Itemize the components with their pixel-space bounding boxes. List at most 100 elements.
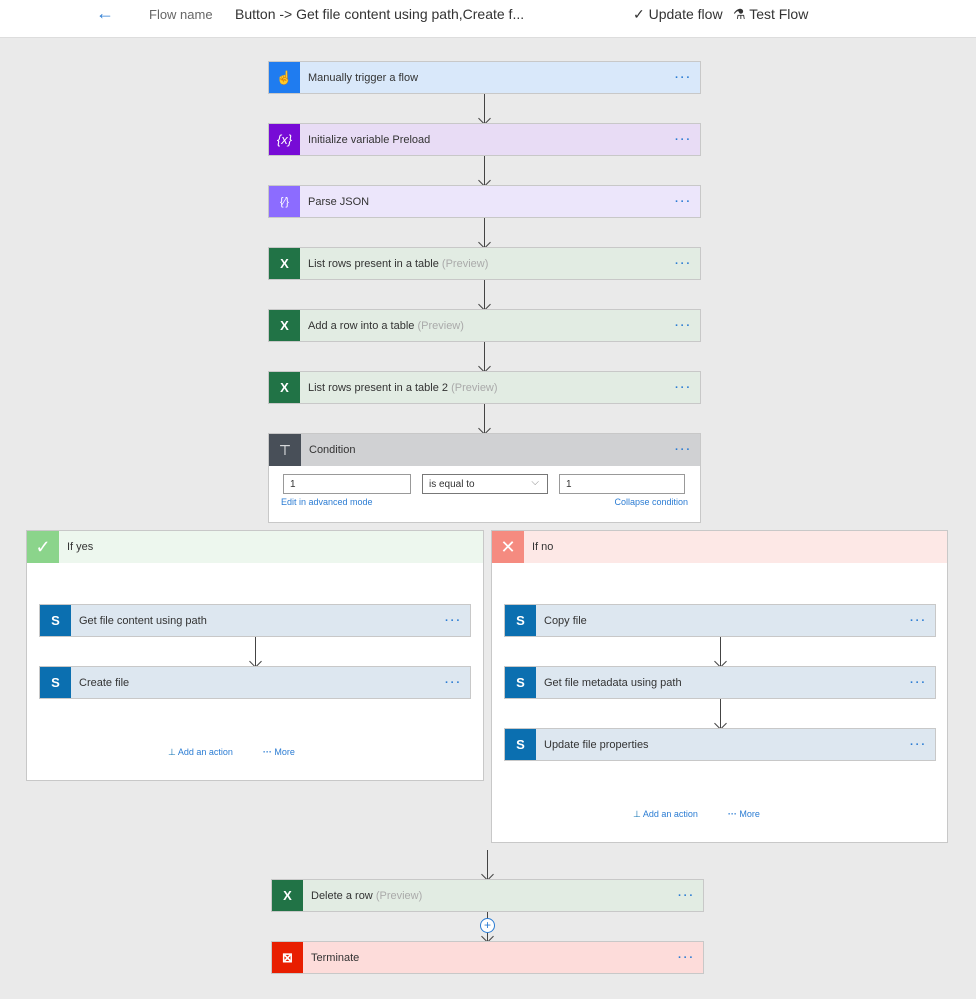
if-no-header: ✕ If no	[492, 531, 947, 563]
connector-arrow	[484, 218, 485, 247]
test-flow-label: Test Flow	[749, 6, 809, 22]
more-options-button[interactable]: ···	[675, 258, 700, 270]
flow-name-label: Flow name	[149, 7, 213, 22]
if-yes-label: If yes	[67, 541, 94, 553]
more-label: More	[274, 747, 295, 757]
more-options-button[interactable]: ···	[678, 890, 703, 902]
sharepoint-icon: S	[505, 667, 536, 698]
sharepoint-icon: S	[505, 729, 536, 760]
condition-label: Condition	[309, 444, 356, 456]
more-options-button[interactable]: ···	[910, 739, 935, 751]
step-list-rows-2[interactable]: X List rows present in a table 2 (Preview…	[268, 371, 701, 404]
step-label: Delete a row	[311, 889, 373, 902]
preview-tag: (Preview)	[451, 381, 498, 394]
step-label: Copy file	[544, 614, 587, 627]
step-manual-trigger[interactable]: ☝ Manually trigger a flow ···	[268, 61, 701, 94]
more-button[interactable]: ··· More	[263, 747, 295, 758]
condition-icon: ⊤	[269, 434, 301, 466]
step-parse-json[interactable]: {⁄} Parse JSON ···	[268, 185, 701, 218]
excel-icon: X	[272, 880, 303, 911]
step-terminate[interactable]: ⊠ Terminate ···	[271, 941, 704, 974]
add-action-icon: ⊥	[168, 747, 176, 757]
connector-arrow	[484, 94, 485, 123]
add-action-label: Add an action	[642, 809, 698, 819]
preview-tag: (Preview)	[417, 319, 464, 332]
step-label: Get file metadata using path	[544, 676, 682, 689]
terminate-icon: ⊠	[272, 942, 303, 973]
step-label: Initialize variable Preload	[308, 133, 431, 146]
test-flow-button[interactable]: ⚗ Test Flow	[733, 6, 808, 23]
if-no-label: If no	[532, 541, 554, 553]
step-update-file-properties[interactable]: S Update file properties ···	[504, 728, 936, 761]
connector-arrow	[255, 637, 256, 666]
update-flow-label: Update flow	[648, 6, 723, 22]
condition-left-input[interactable]: 1	[283, 474, 411, 494]
more-options-button[interactable]: ···	[675, 382, 700, 394]
sharepoint-icon: S	[505, 605, 536, 636]
more-options-button[interactable]: ···	[910, 615, 935, 627]
more-button[interactable]: ··· More	[728, 809, 760, 820]
close-icon: ✕	[492, 531, 524, 563]
more-options-button[interactable]: ···	[675, 72, 700, 84]
more-options-button[interactable]: ···	[675, 134, 700, 146]
back-arrow-icon[interactable]: ←	[96, 3, 114, 24]
sharepoint-icon: S	[40, 605, 71, 636]
more-options-button[interactable]: ···	[910, 677, 935, 689]
more-options-button[interactable]: ···	[445, 677, 470, 689]
step-get-file-metadata[interactable]: S Get file metadata using path ···	[504, 666, 936, 699]
step-label: Parse JSON	[308, 195, 370, 208]
checkmark-icon: ✓	[27, 531, 59, 563]
update-flow-button[interactable]: ✓ Update flow	[633, 6, 723, 23]
sharepoint-icon: S	[40, 667, 71, 698]
step-label: Create file	[79, 676, 130, 689]
more-options-button[interactable]: ···	[445, 615, 470, 627]
connector-arrow	[484, 280, 485, 309]
operator-select[interactable]: is equal to ⌵	[422, 474, 548, 494]
step-add-row[interactable]: X Add a row into a table (Preview) ···	[268, 309, 701, 342]
more-options-button[interactable]: ···	[675, 320, 700, 332]
add-action-icon: ⊥	[633, 809, 641, 819]
connector-arrow	[484, 404, 485, 433]
json-icon: {⁄}	[269, 186, 300, 217]
insert-step-plus-icon[interactable]: +	[480, 918, 495, 933]
add-action-label: Add an action	[177, 747, 233, 757]
excel-icon: X	[269, 310, 300, 341]
chevron-down-icon: ⌵	[531, 477, 539, 488]
more-label: More	[739, 809, 760, 819]
step-label: List rows present in a table 2	[308, 381, 449, 394]
step-get-file-content[interactable]: S Get file content using path ···	[39, 604, 471, 637]
condition-card: ⊤ Condition ··· 1 is equal to ⌵ 1 Edit in a…	[268, 433, 701, 523]
more-options-button[interactable]: ···	[675, 196, 700, 208]
step-label: Get file content using path	[79, 614, 207, 627]
more-options-button[interactable]: ···	[678, 952, 703, 964]
touch-icon: ☝	[269, 62, 300, 93]
preview-tag: (Preview)	[441, 257, 489, 270]
condition-header[interactable]: ⊤ Condition ···	[269, 434, 700, 466]
step-list-rows[interactable]: X List rows present in a table (Preview) ·…	[268, 247, 701, 280]
connector-arrow	[720, 637, 721, 666]
step-create-file[interactable]: S Create file ···	[39, 666, 471, 699]
step-label: Add a row into a table	[308, 319, 415, 332]
edit-advanced-mode-link[interactable]: Edit in advanced mode	[281, 497, 373, 507]
more-options-button[interactable]: ···	[675, 444, 700, 456]
step-label: Terminate	[311, 951, 360, 964]
connector-arrow	[487, 850, 488, 879]
connector-arrow	[484, 342, 485, 371]
step-copy-file[interactable]: S Copy file ···	[504, 604, 936, 637]
collapse-condition-link[interactable]: Collapse condition	[614, 497, 688, 507]
if-yes-header: ✓ If yes	[27, 531, 483, 563]
preview-tag: (Preview)	[375, 889, 423, 902]
top-bar: ← Flow name Button -> Get file content u…	[0, 0, 976, 38]
condition-right-input[interactable]: 1	[559, 474, 685, 494]
add-action-button[interactable]: ⊥ Add an action	[633, 809, 698, 820]
flow-title[interactable]: Button -> Get file content using path,Cr…	[235, 6, 524, 22]
connector-arrow	[484, 156, 485, 185]
excel-icon: X	[269, 248, 300, 279]
add-action-button[interactable]: ⊥ Add an action	[168, 747, 233, 758]
variable-icon: {x}	[269, 124, 300, 155]
step-initialize-variable[interactable]: {x} Initialize variable Preload ···	[268, 123, 701, 156]
step-label: List rows present in a table	[308, 257, 439, 270]
operator-value: is equal to	[429, 479, 475, 490]
step-delete-row[interactable]: X Delete a row (Preview) ···	[271, 879, 704, 912]
step-label: Update file properties	[544, 738, 649, 751]
